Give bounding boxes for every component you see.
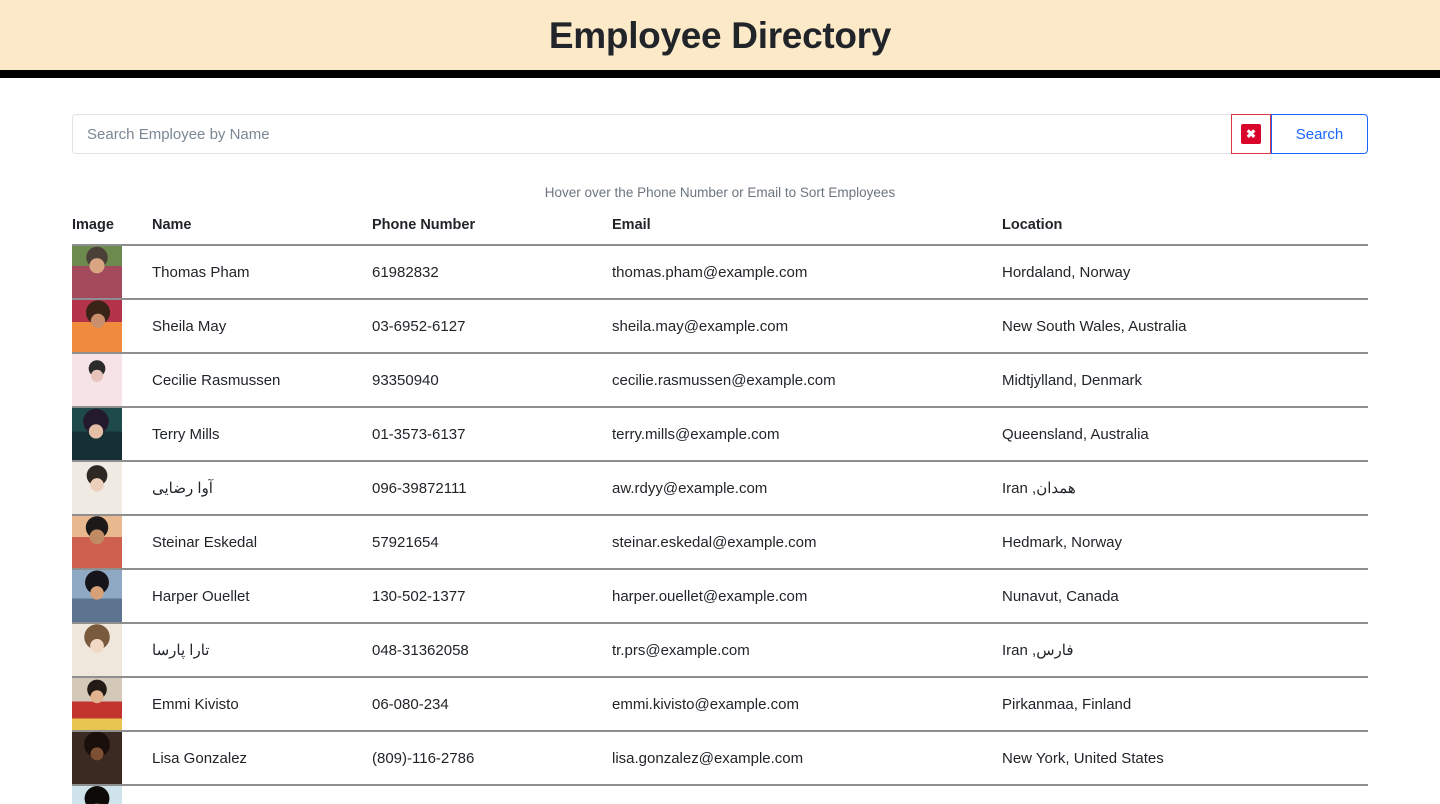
table-row[interactable]: Terry Mills 01-3573-6137 terry.mills@examp… bbox=[72, 407, 1368, 462]
table-row[interactable]: Cecilie Rasmussen 93350940 cecilie.rasmuss… bbox=[72, 353, 1368, 408]
cell-image bbox=[72, 731, 152, 786]
cell-phone: 096-39872111 bbox=[372, 461, 612, 516]
avatar-tara-parsa bbox=[72, 624, 122, 675]
cell-location: Midtjylland, Denmark bbox=[1002, 353, 1368, 408]
cell-email: cecilie.rasmussen@example.com bbox=[612, 353, 1002, 408]
avatar-emmi-kivisto bbox=[72, 678, 122, 729]
column-header-email[interactable]: Email bbox=[612, 217, 1002, 246]
cell-location: Nunavut, Canada bbox=[1002, 569, 1368, 624]
cell-image bbox=[72, 569, 152, 624]
cell-phone: 048-31362058 bbox=[372, 623, 612, 678]
cell-name: Emmi Kivisto bbox=[152, 677, 372, 732]
cell-location: Hordaland, Norway bbox=[1002, 245, 1368, 300]
cell-phone: 93350940 bbox=[372, 353, 612, 408]
cell-image bbox=[72, 245, 152, 300]
cell-name: Thomas Pham bbox=[152, 245, 372, 300]
clear-search-button[interactable]: ✖ bbox=[1231, 114, 1271, 154]
table-header-row: Image Name Phone Number Email Location bbox=[72, 217, 1368, 246]
avatar-sheila-may bbox=[72, 300, 122, 351]
cell-image bbox=[72, 623, 152, 678]
cell-phone: 61982832 bbox=[372, 245, 612, 300]
cell-image bbox=[72, 353, 152, 408]
cell-name: Harper Ouellet bbox=[152, 569, 372, 624]
app-header: Employee Directory bbox=[0, 0, 1440, 70]
avatar-cecilie-rasmussen bbox=[72, 354, 122, 405]
cell-location: همدان, Iran bbox=[1002, 461, 1368, 516]
avatar-steinar-eskedal bbox=[72, 516, 122, 567]
header-divider bbox=[0, 70, 1440, 78]
search-button[interactable]: Search bbox=[1271, 114, 1368, 154]
cell-location: New York, United States bbox=[1002, 731, 1368, 786]
table-row[interactable]: آوا رضایی 096-39872111 aw.rdyy@example.com… bbox=[72, 461, 1368, 516]
column-header-phone[interactable]: Phone Number bbox=[372, 217, 612, 246]
cell-name: Terry Mills bbox=[152, 407, 372, 462]
table-row[interactable]: Lisa Gonzalez (809)-116-2786 lisa.gonzalez… bbox=[72, 731, 1368, 786]
cell-email: lisa.gonzalez@example.com bbox=[612, 731, 1002, 786]
cell-name: Lisa Gonzalez bbox=[152, 731, 372, 786]
search-bar: ✖ Search bbox=[72, 114, 1368, 154]
cell-name: تارا پارسا bbox=[152, 623, 372, 678]
cell-phone: 57921654 bbox=[372, 515, 612, 570]
cell-image bbox=[72, 407, 152, 462]
avatar-ava-rezaei bbox=[72, 462, 122, 513]
cell-email: tr.prs@example.com bbox=[612, 623, 1002, 678]
page-title: Employee Directory bbox=[548, 14, 892, 56]
table-row[interactable]: Harper Ouellet 130-502-1377 harper.ouellet… bbox=[72, 569, 1368, 624]
cell-phone: 06-080-234 bbox=[372, 677, 612, 732]
cell-phone: 01-3573-6137 bbox=[372, 407, 612, 462]
cell-location: Pirkanmaa, Finland bbox=[1002, 677, 1368, 732]
employee-table: Image Name Phone Number Email Location T… bbox=[72, 217, 1368, 804]
cell-location: فارس, Iran bbox=[1002, 623, 1368, 678]
cell-phone: 05-06-72-88-33 bbox=[372, 785, 612, 804]
employee-table-body: Thomas Pham 61982832 thomas.pham@example.c… bbox=[72, 245, 1368, 804]
cell-email: aw.rdyy@example.com bbox=[612, 461, 1002, 516]
cell-image bbox=[72, 461, 152, 516]
table-row[interactable]: Thomas Pham 61982832 thomas.pham@example.c… bbox=[72, 245, 1368, 300]
table-row[interactable]: Nora Duval05-06-72-88-33nora.duval@examp… bbox=[72, 785, 1368, 804]
table-row[interactable]: Sheila May 03-6952-6127 sheila.may@example… bbox=[72, 299, 1368, 354]
cell-location: New South Wales, Australia bbox=[1002, 299, 1368, 354]
search-input[interactable] bbox=[72, 114, 1231, 154]
cell-image bbox=[72, 785, 152, 804]
column-header-location: Location bbox=[1002, 217, 1368, 246]
cell-email: steinar.eskedal@example.com bbox=[612, 515, 1002, 570]
column-header-image: Image bbox=[72, 217, 152, 246]
cell-email: nora.duval@example.com bbox=[612, 785, 1002, 804]
cell-name: Nora Duval bbox=[152, 785, 372, 804]
cell-location: La Réunion, France bbox=[1002, 785, 1368, 804]
cell-email: emmi.kivisto@example.com bbox=[612, 677, 1002, 732]
cell-image bbox=[72, 299, 152, 354]
cell-name: Cecilie Rasmussen bbox=[152, 353, 372, 408]
avatar-lisa-gonzalez bbox=[72, 732, 122, 783]
table-row[interactable]: Steinar Eskedal 57921654 steinar.eskedal@e… bbox=[72, 515, 1368, 570]
cell-phone: 130-502-1377 bbox=[372, 569, 612, 624]
cell-email: terry.mills@example.com bbox=[612, 407, 1002, 462]
cell-email: harper.ouellet@example.com bbox=[612, 569, 1002, 624]
table-row[interactable]: Emmi Kivisto 06-080-234 emmi.kivisto@examp… bbox=[72, 677, 1368, 732]
cell-phone: 03-6952-6127 bbox=[372, 299, 612, 354]
avatar-nora-duval bbox=[72, 786, 122, 804]
cell-image bbox=[72, 515, 152, 570]
cell-name: آوا رضایی bbox=[152, 461, 372, 516]
cell-email: thomas.pham@example.com bbox=[612, 245, 1002, 300]
cell-phone: (809)-116-2786 bbox=[372, 731, 612, 786]
cell-name: Sheila May bbox=[152, 299, 372, 354]
table-row[interactable]: تارا پارسا 048-31362058 tr.prs@example.com… bbox=[72, 623, 1368, 678]
sort-hint: Hover over the Phone Number or Email to … bbox=[544, 185, 896, 200]
column-header-name: Name bbox=[152, 217, 372, 246]
avatar-thomas-pham bbox=[72, 246, 122, 297]
cell-location: Hedmark, Norway bbox=[1002, 515, 1368, 570]
cell-name: Steinar Eskedal bbox=[152, 515, 372, 570]
avatar-harper-ouellet bbox=[72, 570, 122, 621]
cell-location: Queensland, Australia bbox=[1002, 407, 1368, 462]
main-content: ✖ Search Hover over the Phone Number or … bbox=[0, 114, 1440, 804]
cell-image bbox=[72, 677, 152, 732]
close-x-icon: ✖ bbox=[1241, 124, 1261, 144]
cell-email: sheila.may@example.com bbox=[612, 299, 1002, 354]
avatar-terry-mills bbox=[72, 408, 122, 459]
